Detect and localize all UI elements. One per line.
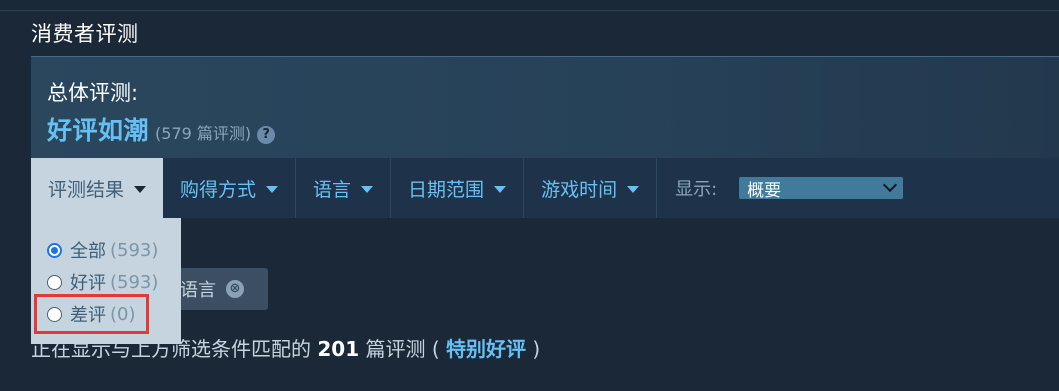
option-negative[interactable]: 差评 (0)	[31, 298, 181, 330]
results-count: 201	[317, 337, 360, 361]
option-label: 全部	[70, 241, 106, 262]
option-all[interactable]: 全部 (593)	[31, 234, 181, 266]
filter-language[interactable]: 语言	[296, 158, 392, 218]
option-count: (593)	[110, 271, 159, 293]
chevron-down-icon	[883, 177, 898, 193]
filter-label: 日期范围	[408, 178, 485, 201]
section-title: 消费者评测	[31, 22, 139, 46]
summary-line: 好评如潮 (579 篇评测) ?	[47, 111, 276, 147]
caret-down-icon	[627, 185, 640, 193]
radio-icon[interactable]	[47, 274, 62, 290]
review-summary-box: 总体评测: 好评如潮 (579 篇评测) ?	[31, 56, 1059, 158]
filter-label: 语言	[313, 178, 352, 201]
filter-bar: 评测结果 购得方式 语言 日期范围 游戏时间 显示: 概要	[31, 158, 1059, 218]
option-label: 差评	[70, 305, 106, 326]
radio-icon[interactable]	[47, 306, 62, 322]
display-label: 显示:	[675, 179, 718, 200]
top-divider	[0, 10, 1059, 11]
filter-review-type[interactable]: 评测结果	[31, 158, 164, 218]
caret-down-icon	[494, 185, 507, 193]
summary-rating[interactable]: 好评如潮	[47, 111, 149, 147]
display-select-value: 概要	[747, 180, 782, 201]
option-positive[interactable]: 好评 (593)	[31, 266, 181, 298]
results-middle: 篇评测 (	[359, 337, 446, 361]
filter-playtime[interactable]: 游戏时间	[524, 158, 658, 218]
filter-date-range[interactable]: 日期范围	[391, 158, 525, 218]
summary-count: (579 篇评测)	[155, 124, 252, 143]
radio-checked-icon[interactable]	[47, 242, 62, 258]
help-icon[interactable]: ?	[257, 126, 276, 144]
review-type-dropdown: 全部 (593) 好评 (593) 差评 (0)	[31, 218, 181, 344]
filter-label: 购得方式	[180, 178, 257, 201]
filter-label: 游戏时间	[541, 178, 618, 201]
caret-down-icon	[361, 185, 374, 193]
filter-purchase-type[interactable]: 购得方式	[163, 158, 297, 218]
summary-label: 总体评测:	[47, 81, 139, 105]
display-select[interactable]: 概要	[739, 177, 904, 201]
option-label: 好评	[70, 273, 106, 294]
option-count: (0)	[110, 303, 136, 325]
results-suffix: )	[525, 337, 541, 361]
option-count: (593)	[110, 239, 159, 261]
close-icon[interactable]: ⊗	[226, 280, 244, 298]
results-rating: 特别好评	[445, 337, 526, 361]
filter-label: 评测结果	[48, 178, 125, 201]
caret-down-icon	[266, 185, 279, 193]
caret-down-icon	[134, 185, 147, 193]
